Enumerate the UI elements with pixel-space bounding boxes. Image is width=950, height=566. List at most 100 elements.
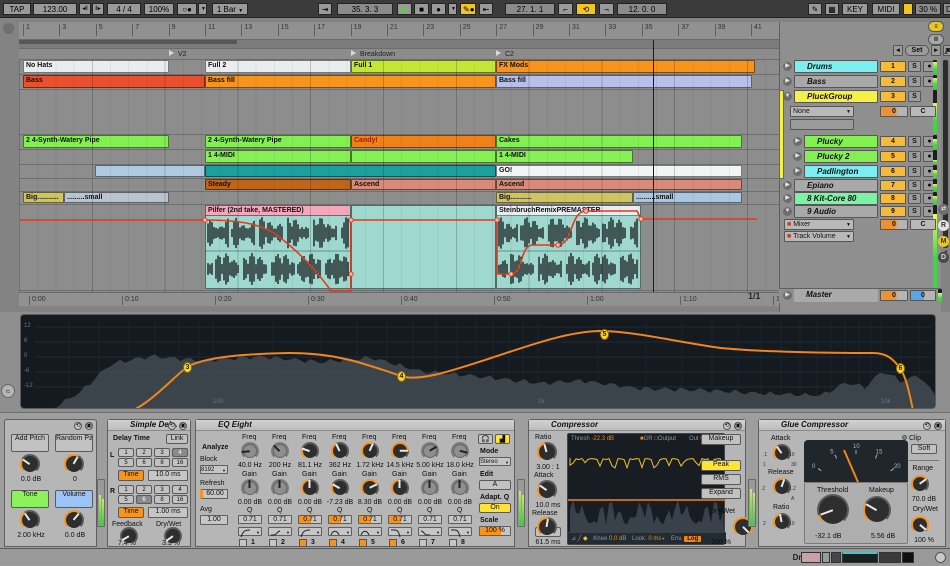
master-name[interactable]: Master [794,289,878,302]
beat-division-button[interactable]: 3 [154,485,170,494]
beat-division-button[interactable]: 2 [136,485,152,494]
punch-out-button[interactable]: ¬ [599,3,614,15]
parameter-selector[interactable]: ■ Track Volume [784,231,854,242]
r-time-mode-button[interactable]: Time [118,507,144,518]
track-name[interactable]: Drums [794,60,878,73]
macro-knob[interactable] [64,454,84,474]
filter-on-checkbox[interactable] [329,539,337,547]
env-log-button[interactable]: Log [684,536,702,542]
filter-type-menu[interactable] [418,527,442,537]
track-name[interactable]: Plucky 2 [804,150,878,163]
track-fold-icon[interactable]: ▶ [783,62,792,71]
track-number[interactable]: 3 [880,91,906,102]
track-fold-icon[interactable]: ▼ [783,92,792,101]
ratio-knob[interactable] [537,442,557,462]
track-fold-icon[interactable]: ▶ [783,77,792,86]
gain-knob[interactable] [391,479,409,497]
loop-button[interactable]: ⟲ [576,3,596,15]
filter-type-menu[interactable] [358,527,382,537]
device-title[interactable]: Compressor [529,420,745,431]
computer-midi-keyboard-button[interactable]: ▦ [825,3,839,15]
freq-knob[interactable] [421,442,439,460]
filter-on-checkbox[interactable] [239,539,247,547]
freq-knob[interactable] [361,442,379,460]
master-cue-field[interactable]: 0 [910,290,936,301]
device-chain-overview[interactable] [801,549,930,566]
save-preset-icon[interactable]: ▣ [934,422,942,430]
next-locator-button[interactable]: ▸ [931,45,941,56]
freq-knob[interactable] [391,442,409,460]
beat-division-button[interactable]: 6 [136,458,152,467]
track-number[interactable]: 6 [880,166,906,177]
track-fold-icon[interactable]: ▶ [793,152,802,161]
attack-knob[interactable] [537,480,557,500]
eq-filter-handle[interactable]: 4 [397,371,406,382]
prev-locator-button[interactable]: ◂ [893,45,903,56]
track-io-toggle-icon[interactable]: ‖‖ [928,34,944,45]
scale-field[interactable]: 100 % [479,526,511,536]
activity-view-icon[interactable]: ⊿ [571,536,576,542]
master-fold-icon[interactable]: ▶ [783,291,792,300]
midi-map-button[interactable]: MIDI [872,3,900,15]
beat-division-button[interactable]: 5 [118,458,134,467]
filter-on-checkbox[interactable] [419,539,427,547]
macro-label[interactable]: Volume [55,490,93,508]
edit-ab-button[interactable]: A [479,480,511,490]
spectrum-analyze-icon[interactable]: ▟ [495,434,510,444]
play-button[interactable]: ▶ [397,3,412,15]
q-field[interactable]: 0.71 [298,515,322,524]
show-io-toggle[interactable]: ⇄ [938,204,949,215]
chain-selector[interactable]: None [790,106,854,117]
audition-icon[interactable]: 🎧 [478,434,493,444]
freq-knob[interactable] [301,442,319,460]
glue-threshold-knob[interactable] [817,494,849,526]
tap-tempo-button[interactable]: TAP [3,3,31,15]
eq-spectrum-panel[interactable]: 12 6 0 -6 -12 100 1k 10k 3 4 5 6 [20,314,936,409]
solo-button[interactable]: S [908,61,921,72]
chain-overview-toggle-icon[interactable] [935,552,946,563]
solo-button[interactable]: S [908,136,921,147]
q-field[interactable]: 0.71 [418,515,442,524]
save-preset-icon[interactable]: ▣ [85,422,93,430]
mode-menu[interactable]: Stereo [479,457,511,467]
track-number[interactable]: 7 [880,180,906,191]
loop-start-field[interactable]: 27. 1. 1 [505,3,555,15]
clip-overview-toggle-icon[interactable]: ≡ [928,21,944,32]
track-fold-icon[interactable]: ▶ [793,167,802,176]
track-name[interactable]: Bass [794,75,878,88]
filter-type-menu[interactable] [268,527,292,537]
filter-on-checkbox[interactable] [359,539,367,547]
macro-knob[interactable] [64,510,84,530]
r-delay-time-field[interactable]: 1.00 ms [148,507,188,518]
metronome-button[interactable]: ○● [177,3,197,15]
track-name[interactable]: 8 Kit-Core 80 [794,192,878,205]
arrangement-position-field[interactable]: 35. 3. 3 [337,3,393,15]
filter-on-checkbox[interactable] [299,539,307,547]
gain-knob[interactable] [451,479,469,497]
track-number[interactable]: 2 [880,76,906,87]
eq-filter-handle[interactable]: 6 [896,363,905,374]
track-name[interactable]: Padlington [804,165,878,178]
device-selector[interactable]: ■ Mixer [784,219,854,230]
groove-amount-field[interactable]: 100% [144,3,174,15]
beat-division-button[interactable]: 4 [172,448,188,457]
set-locator-button[interactable]: Set [905,45,929,56]
filter-type-menu[interactable] [328,527,352,537]
macro-knob[interactable] [20,454,40,474]
beat-division-button[interactable]: 8 [154,458,170,467]
device-title[interactable]: Simple Del... [108,420,190,431]
save-preset-icon[interactable]: ▣ [179,422,187,430]
filter-type-menu[interactable] [238,527,262,538]
collapse-eq-display-icon[interactable]: ≈ [1,384,15,398]
glue-range-knob[interactable] [911,475,929,493]
device-title[interactable]: EQ Eight [196,420,514,431]
q-field[interactable]: 0.71 [388,515,412,524]
macro-knob[interactable] [20,510,40,530]
gain-knob[interactable] [241,479,259,497]
expand-button[interactable]: Expand [701,488,741,499]
track-name[interactable]: Epiano [794,179,878,192]
refresh-field[interactable]: 60.00 [200,489,228,499]
track-fold-icon[interactable]: ▶ [783,181,792,190]
solo-button[interactable]: S [908,166,921,177]
track-number[interactable]: 9 [880,206,906,217]
